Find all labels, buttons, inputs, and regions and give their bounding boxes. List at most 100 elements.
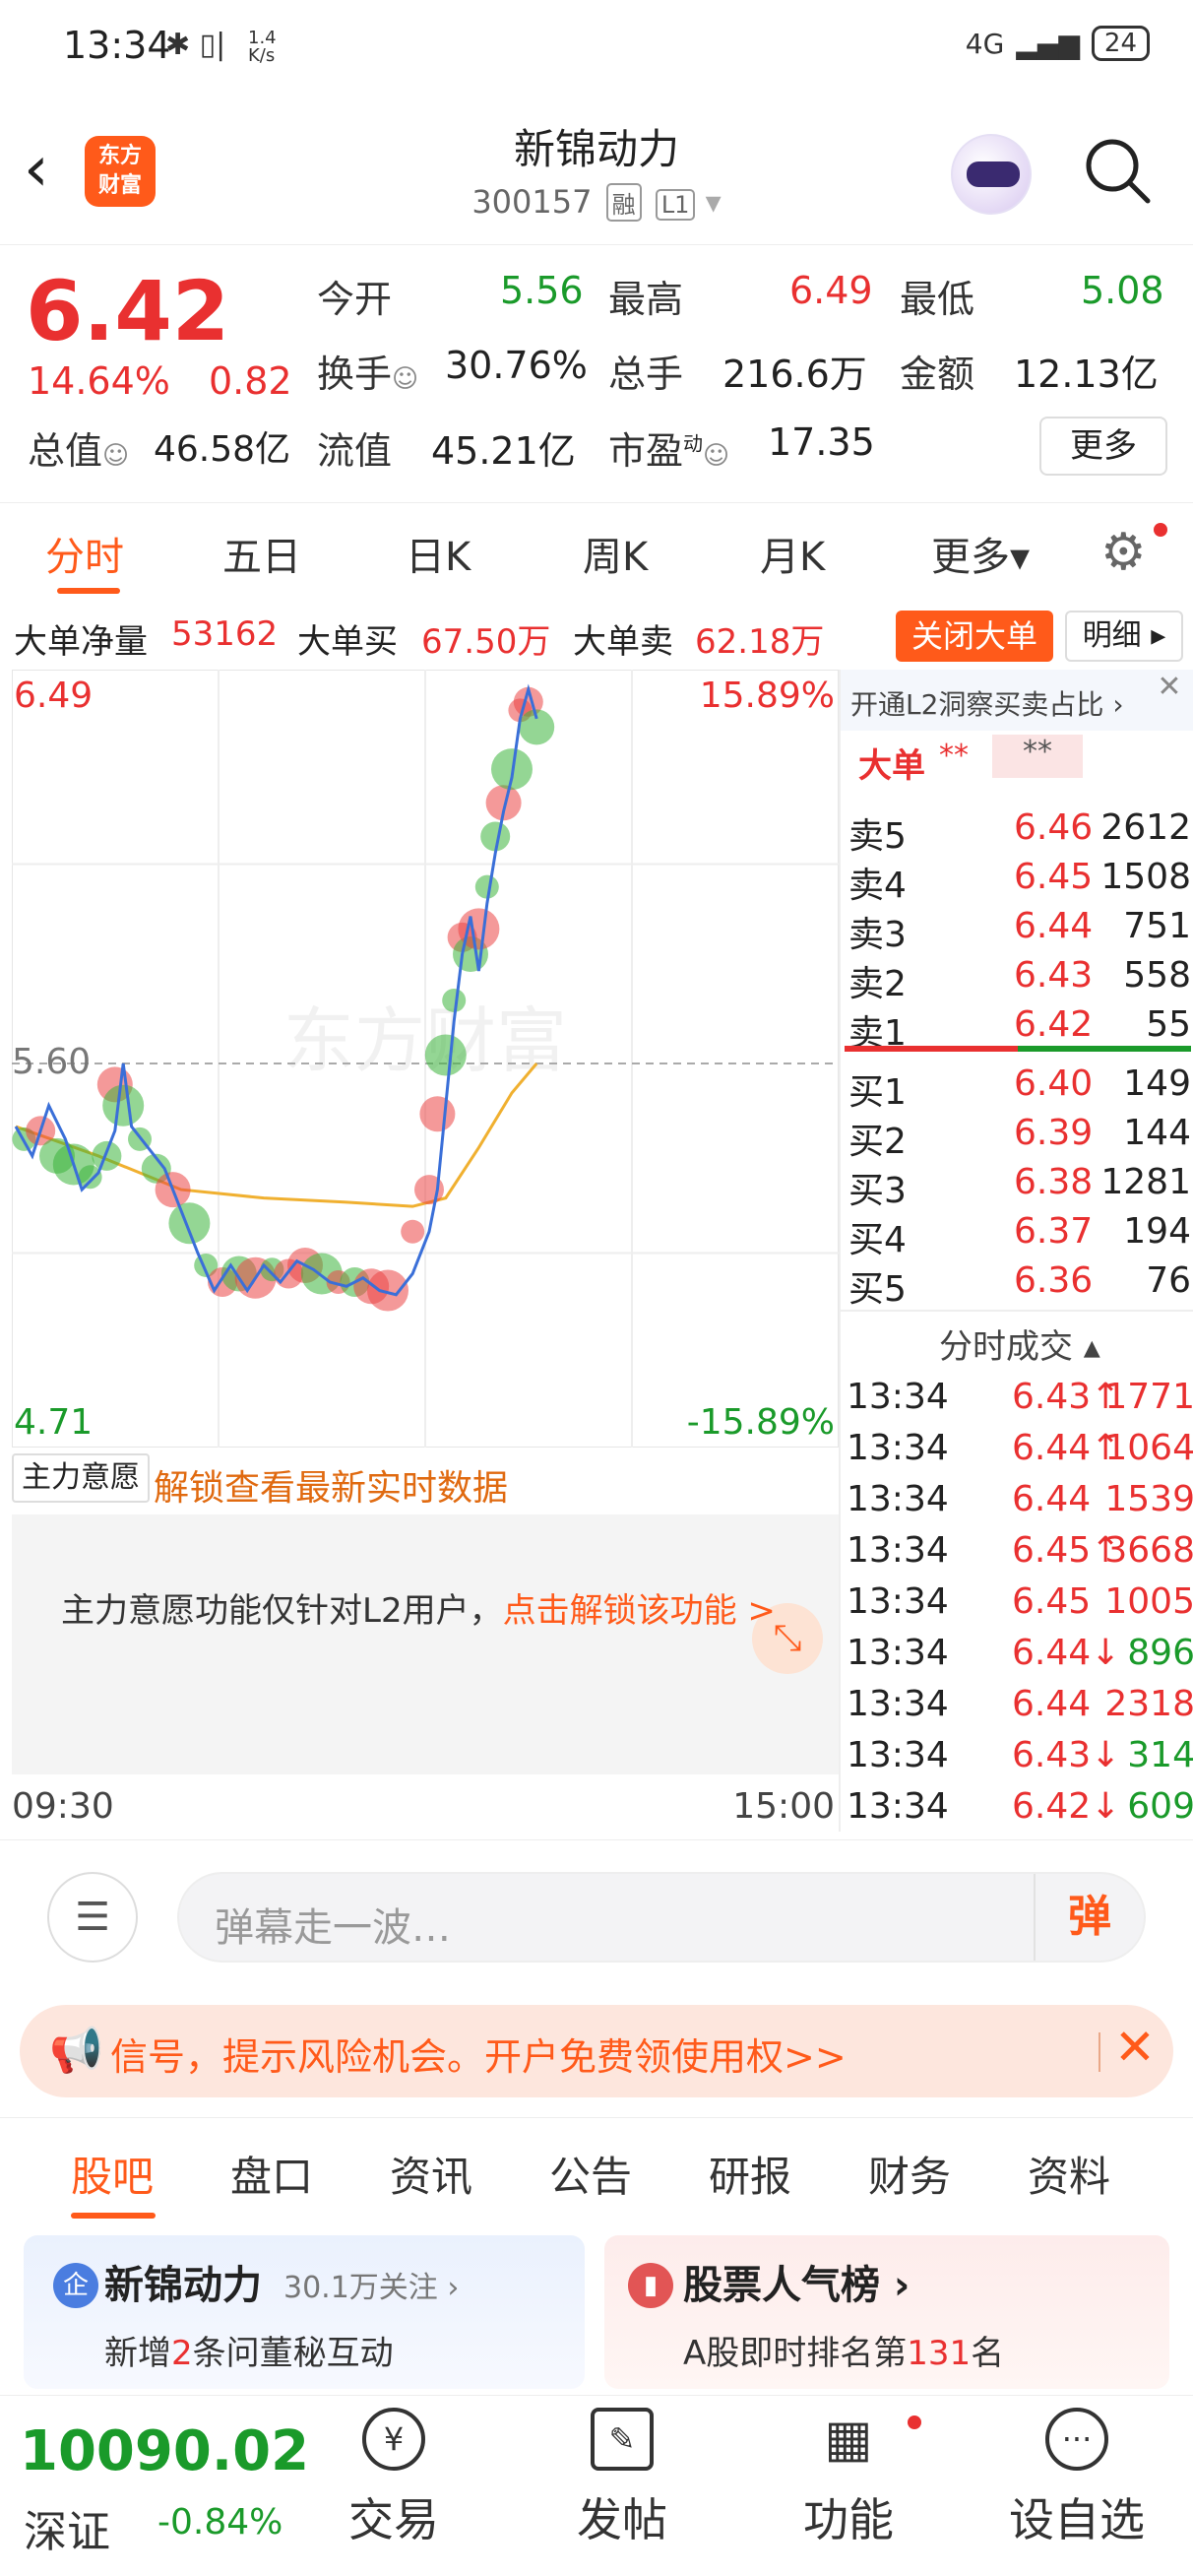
popularity-card-sub: A股即时排名第131名	[683, 2334, 1005, 2373]
big-buy-value: 67.50万	[421, 622, 551, 662]
detail-button[interactable]: 明细 ▸	[1065, 611, 1183, 662]
tab-research[interactable]: 研报	[709, 2144, 791, 2204]
trade-row: 13:34 6.44↑ 1064	[847, 1428, 1193, 1468]
gear-icon[interactable]: ⚙	[1100, 523, 1147, 582]
ask-row[interactable]: 卖1 6.42 55	[848, 1004, 1191, 1054]
tab-five-day[interactable]: 五日	[222, 525, 301, 582]
bid-row[interactable]: 买1 6.40 149	[848, 1063, 1191, 1113]
trade-row: 13:34 6.42↓ 609	[847, 1786, 1193, 1827]
danmaku-bar: ☰ 弹幕走一波… 弹	[0, 1839, 1193, 1987]
amount-stat: 金额	[900, 353, 975, 396]
big-order-masked-1: **	[939, 739, 969, 773]
trade-bubble	[168, 1202, 211, 1245]
nav-post[interactable]: ✎ 发帖	[534, 2408, 711, 2549]
ask-row[interactable]: 卖5 6.46 2612	[848, 807, 1191, 857]
big-sell-value: 62.18万	[695, 622, 825, 662]
popularity-card[interactable]: ▮ 股票人气榜 › A股即时排名第131名	[604, 2235, 1169, 2389]
trade-row: 13:34 6.44 2318	[847, 1684, 1193, 1724]
trade-row: 13:34 6.43↑ 1771	[847, 1377, 1193, 1417]
y-bottom-label: 4.71	[14, 1402, 94, 1443]
main-force-panel: 主力意愿 ▾ 解锁查看最新实时数据 ⤡ 主力意愿功能仅针对L2用户，点击解锁该功…	[12, 1449, 839, 1834]
follow-count: 30.1万关注 ›	[283, 2271, 460, 2305]
nav-functions[interactable]: ▦ 功能	[760, 2408, 937, 2549]
pct-top-label: 15.89%	[699, 676, 835, 716]
tab-news[interactable]: 资讯	[390, 2144, 472, 2204]
ask-row[interactable]: 卖4 6.45 1508	[848, 857, 1191, 906]
megaphone-icon: 📢	[49, 2026, 103, 2076]
trade-bubble	[367, 1269, 408, 1312]
tab-more[interactable]: 更多▾	[931, 525, 1030, 582]
search-icon[interactable]	[1083, 136, 1152, 205]
wifi-bars-icon: ▂▄▆	[1016, 27, 1080, 60]
trade-bubble	[424, 1034, 467, 1076]
tab-profile[interactable]: 资料	[1028, 2144, 1110, 2204]
ask-row[interactable]: 卖2 6.43 558	[848, 955, 1191, 1004]
danmaku-settings-icon[interactable]: ☰	[47, 1872, 138, 1963]
trades-title[interactable]: 分时成交 ▴	[939, 1320, 1100, 1368]
unlock-feature-link[interactable]: 点击解锁该功能 >	[503, 1591, 776, 1631]
index-value[interactable]: 10090.02	[20, 2419, 309, 2483]
tab-intraday[interactable]: 分时	[45, 525, 124, 582]
more-stats-button[interactable]: 更多	[1039, 417, 1167, 476]
open-value: 5.56	[500, 269, 584, 312]
close-icon[interactable]: ✕	[1150, 670, 1189, 709]
danmaku-send-button[interactable]: 弹	[1034, 1874, 1144, 1961]
index-name[interactable]: 深证	[24, 2496, 110, 2559]
promo-banner[interactable]: 📢 信号，提示风险机会。开户免费领使用权>> ✕	[20, 2005, 1173, 2097]
unlock-realtime-link[interactable]: 解锁查看最新实时数据	[154, 1459, 508, 1511]
big-order-bar: 大单净量 53162 大单买 67.50万 大单卖 62.18万 关闭大单 明细…	[0, 603, 1193, 668]
trade-row: 13:34 6.45 1005	[847, 1581, 1193, 1622]
volume-value: 216.6万	[722, 353, 867, 396]
company-badge-icon: 企	[53, 2263, 98, 2308]
bid-row[interactable]: 买3 6.38 1281	[848, 1162, 1191, 1211]
danmaku-input[interactable]: 弹幕走一波… 弹	[177, 1872, 1146, 1963]
y-top-label: 6.49	[14, 676, 94, 716]
tab-day-k[interactable]: 日K	[406, 525, 471, 582]
buy-ratio-bar	[845, 1046, 1018, 1052]
tab-pankou[interactable]: 盘口	[230, 2144, 313, 2204]
assistant-robot-avatar[interactable]	[951, 134, 1032, 215]
bid-row[interactable]: 买4 6.37 194	[848, 1211, 1191, 1260]
x-start-label: 09:30	[12, 1786, 114, 1827]
indicator-select[interactable]: 主力意愿 ▾	[12, 1453, 150, 1540]
banner-close-icon[interactable]: ✕	[1114, 2019, 1156, 2076]
trade-row: 13:34 6.45↑ 3668	[847, 1530, 1193, 1571]
ask-row[interactable]: 卖3 6.44 751	[848, 906, 1191, 955]
open-stat: 今开	[317, 278, 393, 321]
bid-row[interactable]: 买5 6.36 76	[848, 1260, 1191, 1310]
chart-period-tabs: 分时 五日 日K 周K 月K 更多▾ ⚙	[0, 502, 1193, 601]
nav-trade[interactable]: ¥ 交易	[305, 2408, 482, 2549]
tab-week-k[interactable]: 周K	[583, 525, 648, 582]
bid-row[interactable]: 买2 6.39 144	[848, 1113, 1191, 1162]
level-tag: L1	[655, 189, 696, 221]
order-book-panel: 开通L2洞察买卖占比 › ✕ 大单 ** ** 卖5 6.46 2612 卖4 6.45…	[839, 670, 1193, 1832]
tab-month-k[interactable]: 月K	[760, 525, 825, 582]
functions-badge-dot	[908, 2415, 921, 2429]
active-subtab-underline	[71, 2213, 156, 2219]
tab-finance[interactable]: 财务	[868, 2144, 951, 2204]
volume-stat: 总手	[608, 353, 684, 396]
trade-bubble	[401, 1219, 425, 1244]
tab-guba[interactable]: 股吧	[71, 2144, 154, 2204]
mktcap-stat: 总值☺	[28, 429, 130, 473]
company-card[interactable]: 企 新锦动力 30.1万关注 › 新增2条问董秘互动	[24, 2235, 585, 2389]
trade-bubble	[419, 1096, 456, 1132]
low-stat: 最低	[900, 278, 975, 321]
intraday-chart[interactable]: 东方财富 6.49 15.89% 5.60 4.71 -15.89%	[11, 669, 840, 1449]
notification-dot	[1154, 523, 1167, 537]
l2-promo-link[interactable]: 开通L2洞察买卖占比 ›	[850, 683, 1124, 723]
big-sell-label: 大单卖	[573, 622, 673, 662]
last-price: 6.42	[26, 263, 230, 359]
nav-add-watchlist[interactable]: ··· 设自选	[988, 2408, 1165, 2549]
float-value: 45.21亿	[431, 429, 576, 473]
index-change: -0.84%	[157, 2502, 283, 2543]
more-dots-icon: ···	[1045, 2408, 1108, 2471]
tab-announcements[interactable]: 公告	[549, 2144, 632, 2204]
status-icons: ✱ ▯|	[165, 28, 226, 62]
sell-ratio-bar	[1018, 1046, 1191, 1052]
x-end-label: 15:00	[732, 1786, 835, 1827]
trade-row: 13:34 6.44 1539	[847, 1479, 1193, 1519]
popularity-card-title: 股票人气榜 ›	[683, 2263, 910, 2308]
close-big-order-button[interactable]: 关闭大单	[896, 611, 1053, 662]
quote-panel: 6.42 14.64% 0.82 今开 5.56 最高 6.49 最低 5.08…	[0, 244, 1193, 496]
